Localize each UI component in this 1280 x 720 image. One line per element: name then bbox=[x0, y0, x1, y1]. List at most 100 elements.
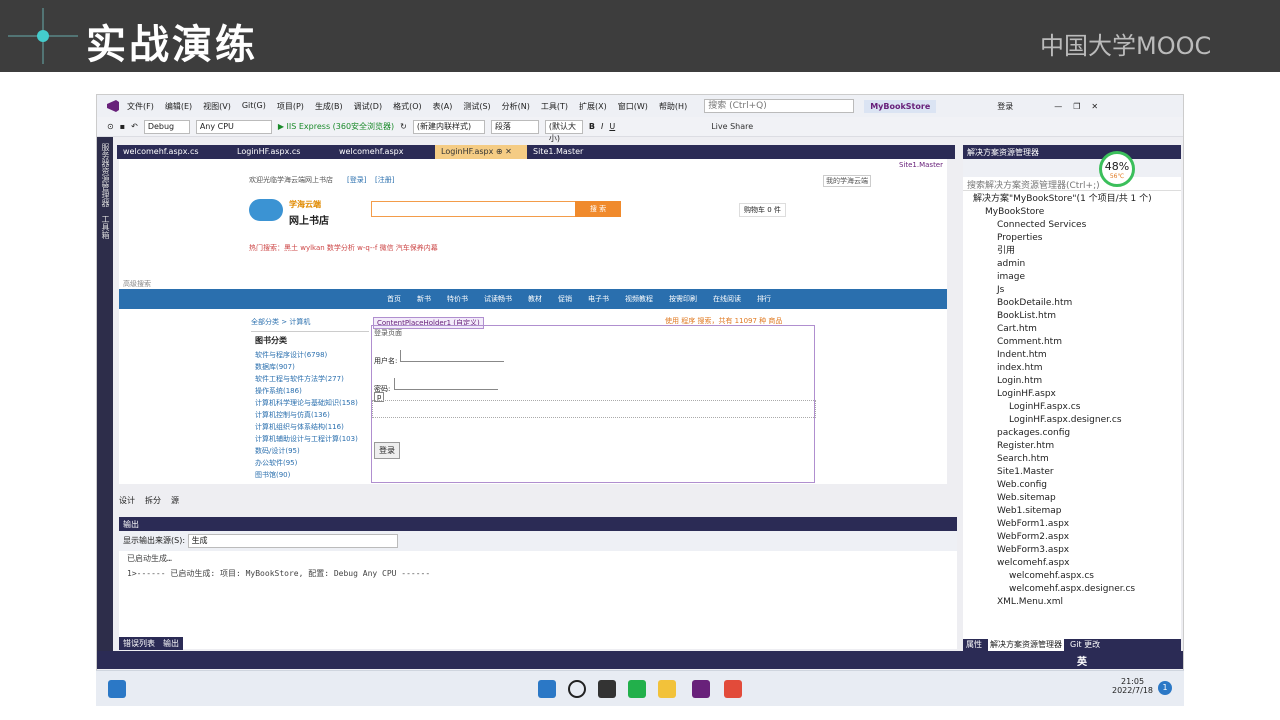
widgets-icon[interactable] bbox=[108, 680, 126, 698]
server-explorer-tab[interactable]: 服务器资源管理器 bbox=[100, 143, 111, 207]
notification-badge[interactable]: 1 bbox=[1158, 681, 1172, 695]
category-item[interactable]: 图书馆(90) bbox=[251, 469, 369, 481]
sign-in-link[interactable]: 登录 bbox=[997, 101, 1013, 112]
tree-item[interactable]: index.htm bbox=[973, 362, 1181, 375]
category-item[interactable]: 计算机组织与体系结构(116) bbox=[251, 421, 369, 433]
refresh-icon[interactable]: ↻ bbox=[400, 122, 407, 131]
menu-item[interactable]: 分析(N) bbox=[502, 101, 530, 112]
nav-item[interactable]: 特价书 bbox=[447, 294, 468, 304]
tree-item[interactable]: 解决方案"MyBookStore"(1 个项目/共 1 个) bbox=[973, 193, 1181, 206]
nav-item[interactable]: 试读畅书 bbox=[484, 294, 512, 304]
output-source-select[interactable]: 生成 bbox=[187, 534, 398, 548]
tree-item[interactable]: LoginHF.aspx bbox=[973, 388, 1181, 401]
tree-item[interactable]: image bbox=[973, 271, 1181, 284]
toolbox-tab[interactable]: 工具箱 bbox=[100, 215, 111, 239]
tree-item[interactable]: welcomehf.aspx bbox=[973, 557, 1181, 570]
run-button[interactable]: ▶ IIS Express (360安全浏览器) bbox=[278, 121, 394, 132]
tab-welcomehf-cs[interactable]: welcomehf.aspx.cs bbox=[117, 145, 231, 159]
username-field[interactable] bbox=[400, 350, 504, 362]
solution-search-input[interactable]: 搜索解决方案资源管理器(Ctrl+;) bbox=[963, 177, 1181, 191]
visual-studio-taskbar-icon[interactable] bbox=[692, 680, 710, 698]
tree-item[interactable]: Site1.Master bbox=[973, 466, 1181, 479]
tree-item[interactable]: Js bbox=[973, 284, 1181, 297]
start-icon[interactable] bbox=[538, 680, 556, 698]
app-c-red-icon[interactable] bbox=[724, 680, 742, 698]
book-search-button[interactable]: 搜 索 bbox=[575, 201, 621, 217]
tree-item[interactable]: 引用 bbox=[973, 245, 1181, 258]
category-item[interactable]: 操作系统(186) bbox=[251, 385, 369, 397]
config-select[interactable]: Debug bbox=[143, 119, 190, 134]
menu-item[interactable]: 表(A) bbox=[433, 101, 453, 112]
category-item[interactable]: 办公软件(95) bbox=[251, 457, 369, 469]
login-submit-button[interactable]: 登录 bbox=[374, 442, 400, 459]
category-item[interactable]: 软件与程序设计(6798) bbox=[251, 349, 369, 361]
tree-item[interactable]: Login.htm bbox=[973, 375, 1181, 388]
nav-item[interactable]: 视频教程 bbox=[625, 294, 653, 304]
tree-item[interactable]: Cart.htm bbox=[973, 323, 1181, 336]
nav-item[interactable]: 电子书 bbox=[588, 294, 609, 304]
tree-item[interactable]: Properties bbox=[973, 232, 1181, 245]
undo-icon[interactable]: ↶ bbox=[131, 122, 138, 131]
tree-item[interactable]: MyBookStore bbox=[973, 206, 1181, 219]
font-size-select[interactable]: (默认大小) bbox=[544, 119, 583, 143]
selected-paragraph[interactable] bbox=[372, 400, 816, 418]
error-list-tab[interactable]: 错误列表 bbox=[123, 638, 155, 649]
tree-item[interactable]: packages.config bbox=[973, 427, 1181, 440]
nav-item[interactable]: 排行 bbox=[757, 294, 771, 304]
maximize-button[interactable]: ❐ bbox=[1073, 102, 1080, 111]
category-item[interactable]: 计算机控制与仿真(136) bbox=[251, 409, 369, 421]
category-item[interactable]: 数码/设计(95) bbox=[251, 445, 369, 457]
minimize-button[interactable]: — bbox=[1054, 102, 1062, 111]
login-link[interactable]: [登录] bbox=[347, 175, 366, 185]
tab-loginhf-aspx[interactable]: LoginHF.aspx ⊕ ✕ bbox=[435, 145, 527, 159]
italic-button[interactable]: I bbox=[601, 122, 603, 131]
underline-button[interactable]: U bbox=[609, 122, 615, 131]
back-icon[interactable]: ⊙ bbox=[107, 122, 114, 131]
tree-item[interactable]: WebForm2.aspx bbox=[973, 531, 1181, 544]
menu-item[interactable]: 项目(P) bbox=[277, 101, 304, 112]
tree-item[interactable]: Web1.sitemap bbox=[973, 505, 1181, 518]
category-item[interactable]: 数据库(907) bbox=[251, 361, 369, 373]
paragraph-select[interactable]: 段落 bbox=[490, 119, 539, 134]
bold-button[interactable]: B bbox=[589, 122, 595, 131]
search-input[interactable]: 搜索 (Ctrl+Q) bbox=[704, 99, 855, 113]
tree-item[interactable]: Indent.htm bbox=[973, 349, 1181, 362]
cart-button[interactable]: 购物车 0 件 bbox=[739, 203, 786, 217]
platform-select[interactable]: Any CPU bbox=[195, 119, 272, 134]
menu-item[interactable]: Git(G) bbox=[242, 101, 266, 112]
tab-loginhf-cs[interactable]: LoginHF.aspx.cs bbox=[231, 145, 333, 159]
tree-item[interactable]: LoginHF.aspx.cs bbox=[973, 401, 1181, 414]
tab-site1-master[interactable]: Site1.Master bbox=[527, 145, 589, 159]
search-icon[interactable] bbox=[568, 680, 586, 698]
tree-item[interactable]: Connected Services bbox=[973, 219, 1181, 232]
tree-item[interactable]: Comment.htm bbox=[973, 336, 1181, 349]
menu-item[interactable]: 调试(D) bbox=[354, 101, 382, 112]
split-view-tab[interactable]: 拆分 bbox=[145, 495, 161, 506]
menu-item[interactable]: 生成(B) bbox=[315, 101, 343, 112]
tree-item[interactable]: admin bbox=[973, 258, 1181, 271]
content-placeholder-region[interactable]: 登录页面 用户名: 密码: p 登录 bbox=[371, 325, 816, 483]
tree-item[interactable]: Web.config bbox=[973, 479, 1181, 492]
menu-item[interactable]: 格式(O) bbox=[393, 101, 422, 112]
nav-item[interactable]: 按需印刷 bbox=[669, 294, 697, 304]
tree-item[interactable]: WebForm3.aspx bbox=[973, 544, 1181, 557]
my-account-menu[interactable]: 我的学海云端 bbox=[823, 175, 871, 187]
save-icon[interactable]: ▪ bbox=[120, 122, 125, 131]
properties-tab[interactable]: 属性 bbox=[966, 639, 982, 651]
category-item[interactable]: 计算机辅助设计与工程计算(103) bbox=[251, 433, 369, 445]
nav-item[interactable]: 在线阅读 bbox=[713, 294, 741, 304]
menu-item[interactable]: 编辑(E) bbox=[165, 101, 192, 112]
close-button[interactable]: ✕ bbox=[1091, 102, 1098, 111]
app-c-green-icon[interactable] bbox=[628, 680, 646, 698]
nav-item[interactable]: 促销 bbox=[558, 294, 572, 304]
password-field[interactable] bbox=[394, 378, 498, 390]
tree-item[interactable]: Search.htm bbox=[973, 453, 1181, 466]
tab-welcomehf-aspx[interactable]: welcomehf.aspx bbox=[333, 145, 435, 159]
output-tab[interactable]: 输出 bbox=[163, 638, 179, 649]
tree-item[interactable]: LoginHF.aspx.designer.cs bbox=[973, 414, 1181, 427]
tree-item[interactable]: BookDetaile.htm bbox=[973, 297, 1181, 310]
live-share-button[interactable]: Live Share bbox=[711, 122, 753, 131]
category-item[interactable]: 软件工程与软件方法学(277) bbox=[251, 373, 369, 385]
nav-item[interactable]: 教材 bbox=[528, 294, 542, 304]
menu-item[interactable]: 视图(V) bbox=[203, 101, 231, 112]
